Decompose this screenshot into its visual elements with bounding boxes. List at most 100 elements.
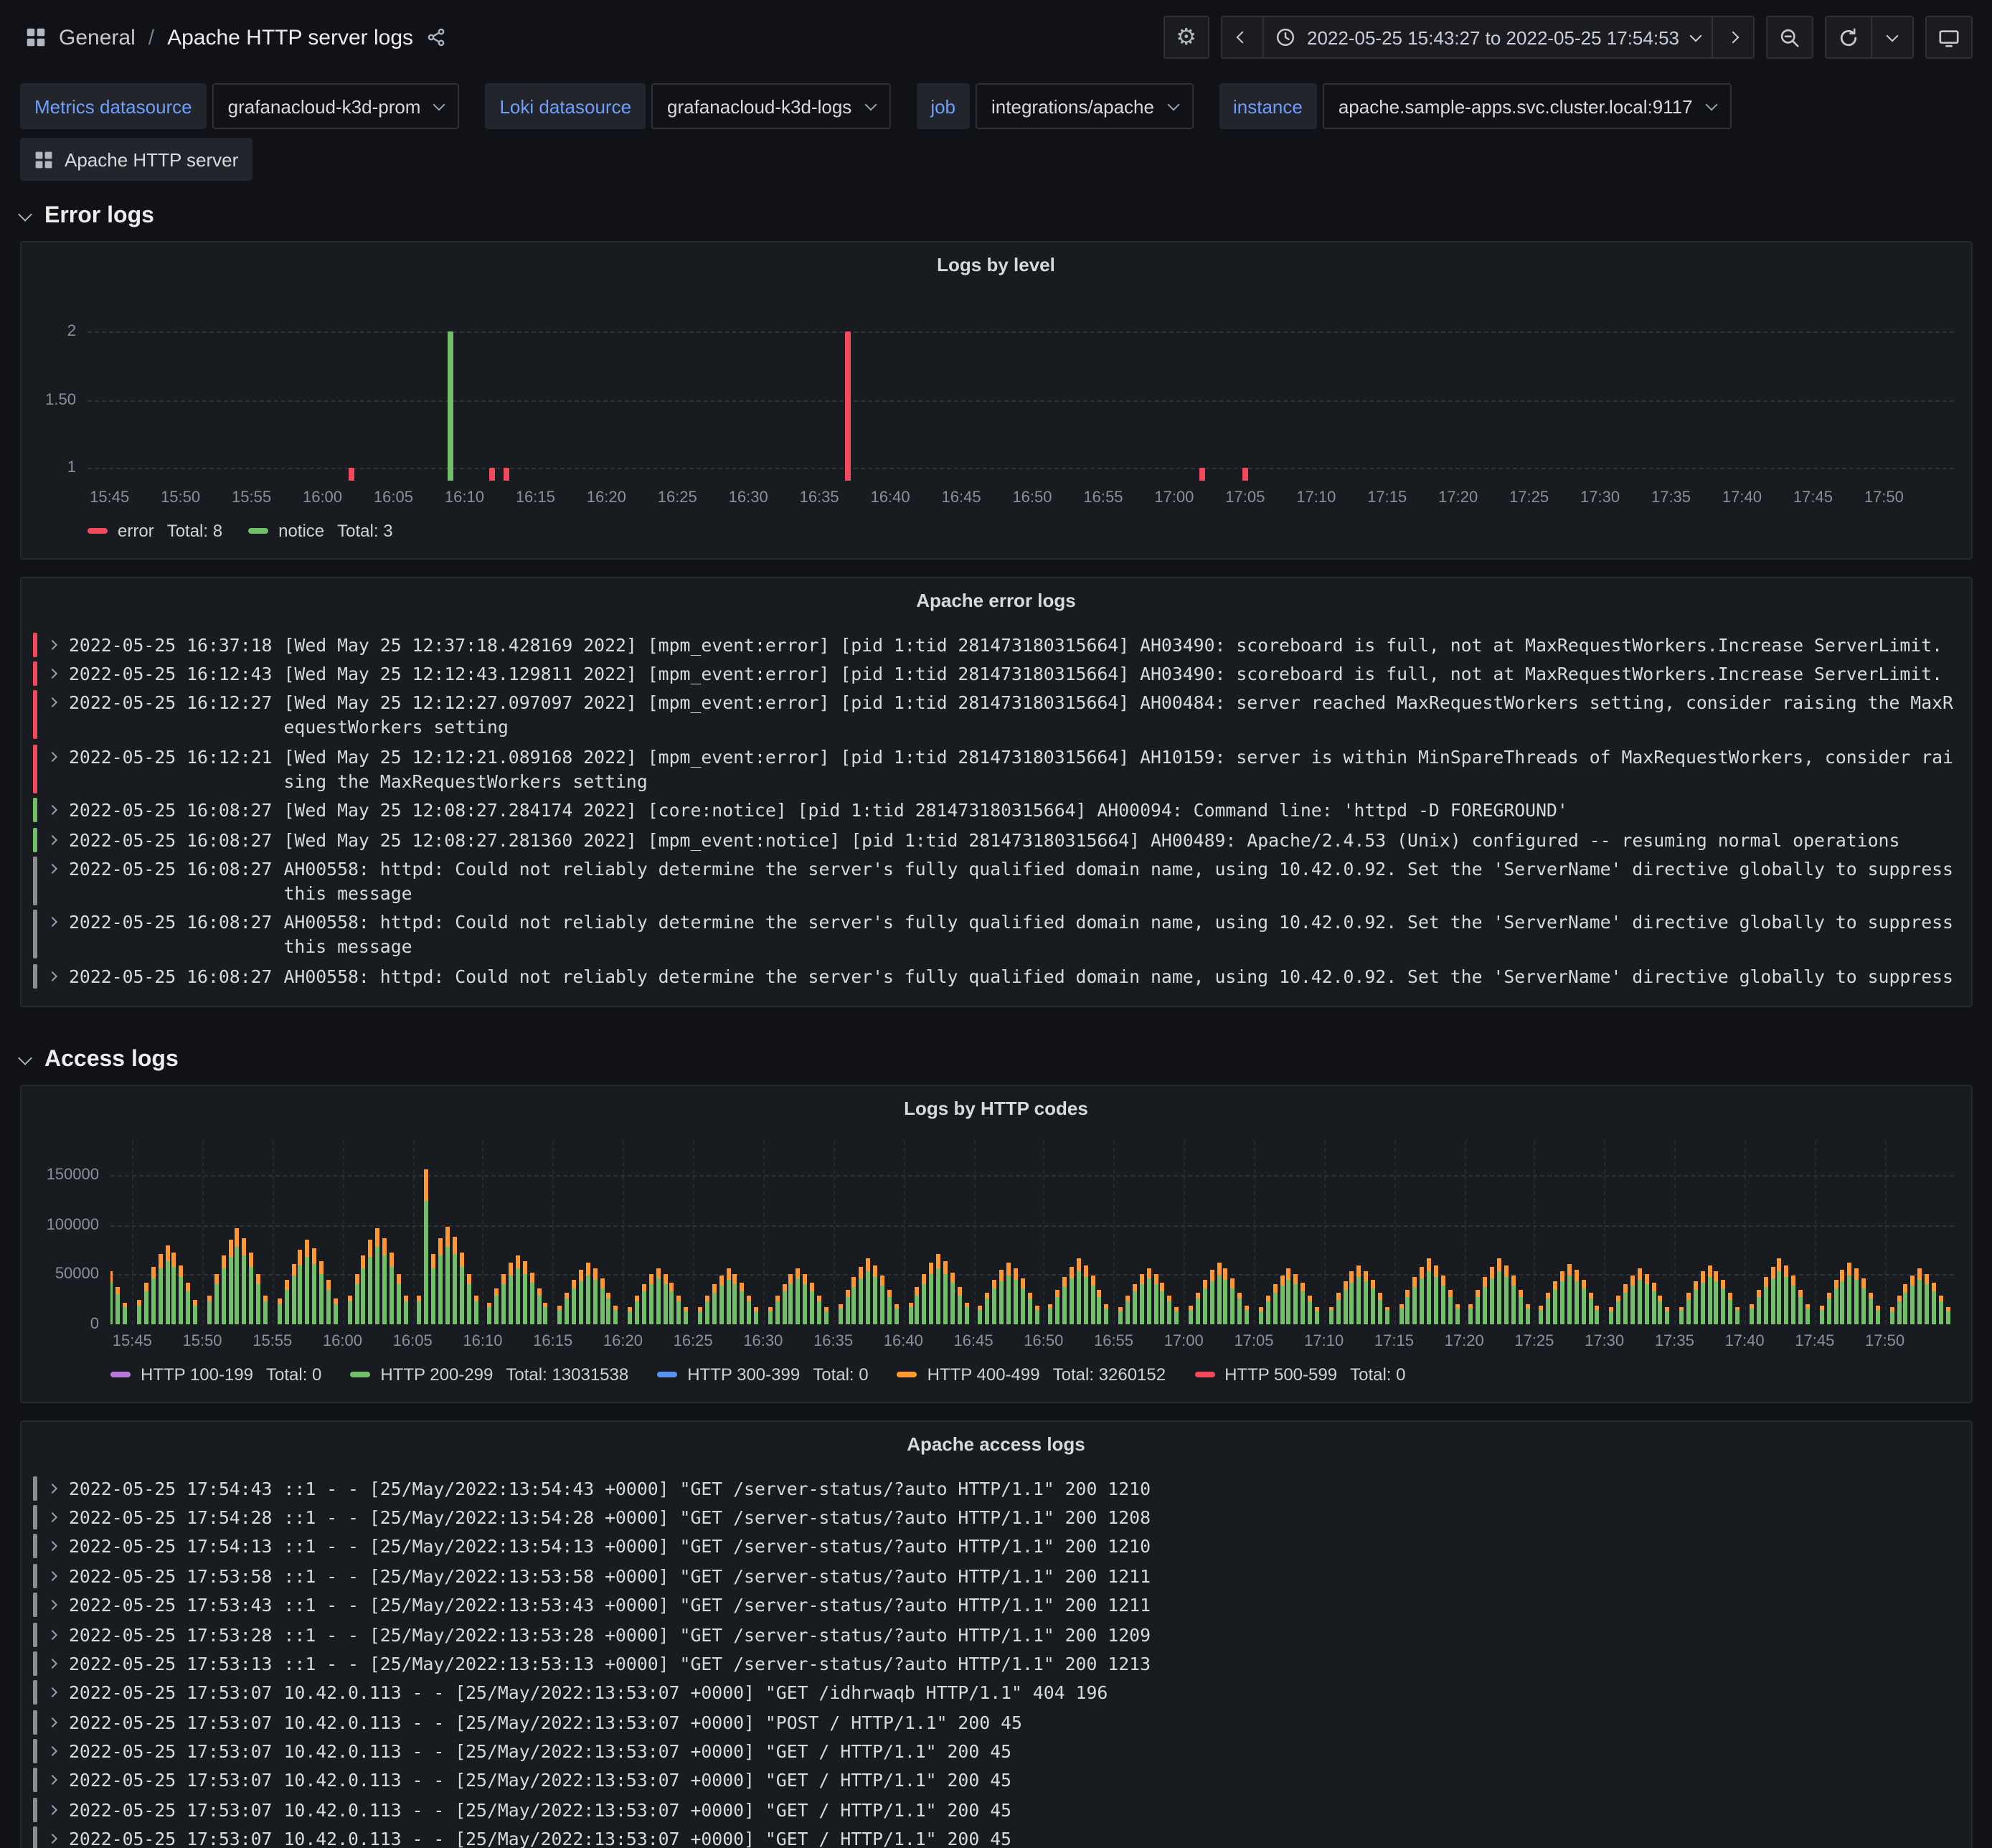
- log-row[interactable]: 2022-05-25 17:53:43::1 - - [25/May/2022:…: [33, 1590, 1959, 1620]
- log-row[interactable]: 2022-05-25 17:53:0710.42.0.113 - - [25/M…: [33, 1766, 1959, 1796]
- http-stacked-bar: [726, 1269, 730, 1324]
- log-row[interactable]: 2022-05-25 17:53:58::1 - - [25/May/2022:…: [33, 1561, 1959, 1590]
- http-bar-4xx-segment: [887, 1291, 892, 1297]
- panel-title[interactable]: Logs by level: [22, 242, 1970, 286]
- section-error-logs[interactable]: Error logs: [0, 181, 1992, 232]
- http-bar-4xx-segment: [1140, 1275, 1144, 1285]
- log-expand-chevron-icon[interactable]: [49, 1826, 69, 1848]
- log-row[interactable]: 2022-05-25 17:54:43::1 - - [25/May/2022:…: [33, 1474, 1959, 1503]
- log-row[interactable]: 2022-05-25 17:53:0710.42.0.113 - - [25/M…: [33, 1795, 1959, 1824]
- http-bar-4xx-segment: [1224, 1269, 1228, 1280]
- legend-item[interactable]: HTTP 400-499Total: 3260152: [897, 1364, 1166, 1385]
- log-row[interactable]: 2022-05-25 17:54:28::1 - - [25/May/2022:…: [33, 1503, 1959, 1532]
- legend-item[interactable]: HTTP 300-399Total: 0: [657, 1364, 868, 1385]
- log-row[interactable]: 2022-05-25 16:08:27[Wed May 25 12:08:27.…: [33, 825, 1959, 854]
- http-bar-4xx-segment: [1287, 1269, 1291, 1280]
- log-row[interactable]: 2022-05-25 16:08:27[Wed May 25 12:08:27.…: [33, 796, 1959, 825]
- panel-title[interactable]: Logs by HTTP codes: [22, 1086, 1970, 1129]
- log-expand-chevron-icon[interactable]: [49, 1564, 69, 1588]
- log-expand-chevron-icon[interactable]: [49, 691, 69, 715]
- log-row[interactable]: 2022-05-25 17:53:0710.42.0.113 - - [25/M…: [33, 1707, 1959, 1737]
- log-row[interactable]: 2022-05-25 17:53:0710.42.0.113 - - [25/M…: [33, 1737, 1959, 1766]
- legend-item[interactable]: noticeTotal: 3: [248, 521, 392, 541]
- log-row[interactable]: 2022-05-25 16:12:43[Wed May 25 12:12:43.…: [33, 659, 1959, 689]
- section-access-logs[interactable]: Access logs: [0, 1024, 1992, 1076]
- variable-value-dropdown[interactable]: grafanacloud-k3d-logs: [651, 83, 890, 129]
- log-expand-chevron-icon[interactable]: [49, 632, 69, 656]
- http-bar-4xx-segment: [1714, 1270, 1719, 1281]
- http-stacked-bar: [312, 1248, 316, 1324]
- share-icon[interactable]: [426, 27, 446, 47]
- log-expand-chevron-icon[interactable]: [49, 963, 69, 988]
- http-bar-2xx-segment: [817, 1301, 821, 1324]
- http-stacked-bar: [1455, 1305, 1459, 1324]
- dashboard-links-row: Apache HTTP server: [0, 129, 1992, 181]
- time-shift-back-button[interactable]: [1221, 16, 1264, 59]
- http-bar-2xx-segment: [1735, 1310, 1740, 1324]
- panel-title[interactable]: Apache error logs: [22, 578, 1970, 621]
- dashboard-settings-button[interactable]: ⚙: [1163, 16, 1209, 59]
- log-row[interactable]: 2022-05-25 16:08:27AH00558: httpd: Could…: [33, 908, 1959, 961]
- log-expand-chevron-icon[interactable]: [49, 827, 69, 852]
- log-row[interactable]: 2022-05-25 17:53:0710.42.0.113 - - [25/M…: [33, 1678, 1959, 1707]
- log-expand-chevron-icon[interactable]: [49, 1534, 69, 1559]
- log-row[interactable]: 2022-05-25 16:12:21[Wed May 25 12:12:21.…: [33, 742, 1959, 796]
- http-bar-2xx-segment: [347, 1301, 351, 1324]
- http-bar-2xx-segment: [1133, 1292, 1137, 1324]
- legend-series-name: HTTP 200-299: [380, 1364, 493, 1385]
- log-row[interactable]: 2022-05-25 16:08:27AH00558: httpd: Could…: [33, 854, 1959, 908]
- log-expand-chevron-icon[interactable]: [49, 1739, 69, 1763]
- log-expand-chevron-icon[interactable]: [49, 1681, 69, 1705]
- log-expand-chevron-icon[interactable]: [49, 1651, 69, 1676]
- cycle-view-mode-button[interactable]: [1925, 16, 1972, 59]
- log-expand-chevron-icon[interactable]: [49, 1798, 69, 1822]
- variable-value-dropdown[interactable]: grafanacloud-k3d-prom: [212, 83, 460, 129]
- log-expand-chevron-icon[interactable]: [49, 1768, 69, 1793]
- panel-title[interactable]: Apache access logs: [22, 1422, 1970, 1465]
- http-stacked-bar: [817, 1295, 821, 1324]
- http-stacked-bar: [375, 1228, 379, 1324]
- time-range-picker[interactable]: 2022-05-25 15:43:27 to 2022-05-25 17:54:…: [1262, 16, 1712, 59]
- legend-series-name: error: [118, 521, 154, 541]
- http-bar-4xx-segment: [1308, 1296, 1312, 1301]
- log-expand-chevron-icon[interactable]: [49, 745, 69, 769]
- time-shift-forward-button[interactable]: [1711, 16, 1754, 59]
- x-axis-tick-label: 17:30: [1585, 1333, 1624, 1350]
- http-bar-4xx-segment: [999, 1270, 1004, 1281]
- log-row[interactable]: 2022-05-25 17:53:13::1 - - [25/May/2022:…: [33, 1649, 1959, 1679]
- legend-item[interactable]: HTTP 200-299Total: 13031538: [350, 1364, 628, 1385]
- http-bar-2xx-segment: [768, 1311, 773, 1324]
- legend-item[interactable]: HTTP 500-599Total: 0: [1194, 1364, 1405, 1385]
- log-expand-chevron-icon[interactable]: [49, 1505, 69, 1529]
- log-row[interactable]: 2022-05-25 17:53:28::1 - - [25/May/2022:…: [33, 1620, 1959, 1649]
- log-row[interactable]: 2022-05-25 16:08:27AH00558: httpd: Could…: [33, 961, 1959, 991]
- zoom-out-button[interactable]: [1765, 16, 1813, 59]
- http-bar-2xx-segment: [425, 1200, 429, 1324]
- log-expand-chevron-icon[interactable]: [49, 1593, 69, 1617]
- log-expand-chevron-icon[interactable]: [49, 1476, 69, 1500]
- log-expand-chevron-icon[interactable]: [49, 910, 69, 935]
- log-expand-chevron-icon[interactable]: [49, 1710, 69, 1734]
- log-row[interactable]: 2022-05-25 16:37:18[Wed May 25 12:37:18.…: [33, 630, 1959, 659]
- http-bar-2xx-segment: [698, 1311, 702, 1324]
- dashboard-link-apache-http-server[interactable]: Apache HTTP server: [20, 138, 252, 181]
- variable-value-dropdown[interactable]: integrations/apache: [976, 83, 1193, 129]
- log-expand-chevron-icon[interactable]: [49, 661, 69, 686]
- log-row[interactable]: 2022-05-25 17:54:13::1 - - [25/May/2022:…: [33, 1532, 1959, 1562]
- log-expand-chevron-icon[interactable]: [49, 1622, 69, 1646]
- log-message: ::1 - - [25/May/2022:13:53:43 +0000] "GE…: [284, 1593, 1960, 1617]
- legend-item[interactable]: HTTP 100-199Total: 0: [110, 1364, 321, 1385]
- variable-value-dropdown[interactable]: apache.sample-apps.svc.cluster.local:911…: [1323, 83, 1732, 129]
- http-stacked-bar: [460, 1253, 464, 1324]
- log-row[interactable]: 2022-05-25 16:12:27[Wed May 25 12:12:27.…: [33, 689, 1959, 742]
- log-expand-chevron-icon[interactable]: [49, 798, 69, 822]
- breadcrumb-section[interactable]: General: [59, 25, 136, 50]
- log-row[interactable]: 2022-05-25 17:53:0710.42.0.113 - - [25/M…: [33, 1824, 1959, 1848]
- refresh-button[interactable]: [1824, 16, 1871, 59]
- log-expand-chevron-icon[interactable]: [49, 857, 69, 881]
- gridline: [1534, 1141, 1536, 1324]
- http-bar-2xx-segment: [1637, 1280, 1641, 1324]
- legend-item[interactable]: errorTotal: 8: [88, 521, 222, 541]
- http-bar-2xx-segment: [1932, 1291, 1936, 1324]
- refresh-interval-dropdown[interactable]: [1870, 16, 1913, 59]
